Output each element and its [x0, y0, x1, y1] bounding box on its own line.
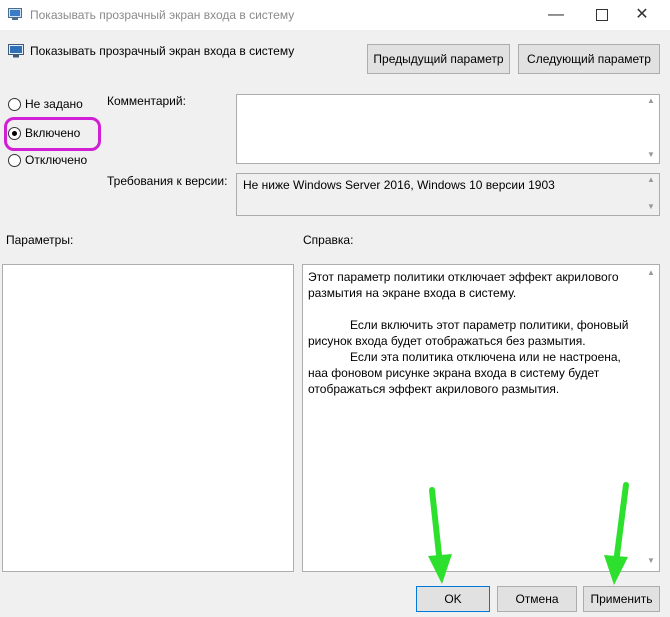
options-panel	[2, 264, 294, 572]
help-paragraph: Этот параметр политики отключает эффект …	[308, 270, 619, 300]
comment-textarea[interactable]	[236, 94, 660, 164]
next-setting-button[interactable]: Следующий параметр	[518, 44, 660, 74]
maximize-icon	[596, 9, 608, 21]
enabled-highlight-annotation	[4, 117, 101, 151]
radio-label: Не задано	[25, 97, 83, 111]
close-button[interactable]: ✕	[628, 4, 656, 26]
green-arrow-icon	[428, 487, 452, 584]
requirements-value: Не ниже Windows Server 2016, Windows 10 …	[243, 178, 555, 192]
apply-button[interactable]: Применить	[583, 586, 660, 612]
options-label: Параметры:	[6, 233, 74, 247]
scroll-up-icon[interactable]: ▲	[646, 268, 656, 278]
green-arrow-icon	[604, 482, 629, 585]
previous-setting-button[interactable]: Предыдущий параметр	[367, 44, 510, 74]
scroll-down-icon[interactable]: ▼	[646, 150, 656, 160]
radio-circle[interactable]	[8, 98, 21, 111]
comment-label: Комментарий:	[107, 94, 186, 108]
requirements-label: Требования к версии:	[107, 174, 228, 188]
cancel-button[interactable]: Отмена	[497, 586, 577, 612]
scroll-up-icon[interactable]: ▲	[646, 175, 656, 185]
help-label: Справка:	[303, 233, 354, 247]
radio-label: Отключено	[25, 153, 88, 167]
scroll-up-icon[interactable]: ▲	[646, 96, 656, 106]
help-paragraph: Если включить этот параметр политики, фо…	[308, 318, 629, 348]
requirements-field: Не ниже Windows Server 2016, Windows 10 …	[236, 173, 660, 216]
scroll-down-icon[interactable]: ▼	[646, 202, 656, 212]
help-paragraph: Если эта политика отключена или не настр…	[308, 350, 621, 396]
window-title: Показывать прозрачный экран входа в сист…	[30, 8, 295, 22]
title-bar: Показывать прозрачный экран входа в сист…	[0, 0, 670, 30]
policy-window-icon	[8, 8, 22, 20]
scroll-down-icon[interactable]: ▼	[646, 556, 656, 566]
radio-circle[interactable]	[8, 154, 21, 167]
minimize-button[interactable]: —	[542, 4, 570, 26]
setting-title: Показывать прозрачный экран входа в сист…	[30, 44, 295, 58]
policy-setting-icon	[8, 44, 24, 58]
help-text: Этот параметр политики отключает эффект …	[308, 269, 636, 397]
maximize-button[interactable]	[588, 4, 616, 26]
ok-button[interactable]: OK	[416, 586, 490, 612]
